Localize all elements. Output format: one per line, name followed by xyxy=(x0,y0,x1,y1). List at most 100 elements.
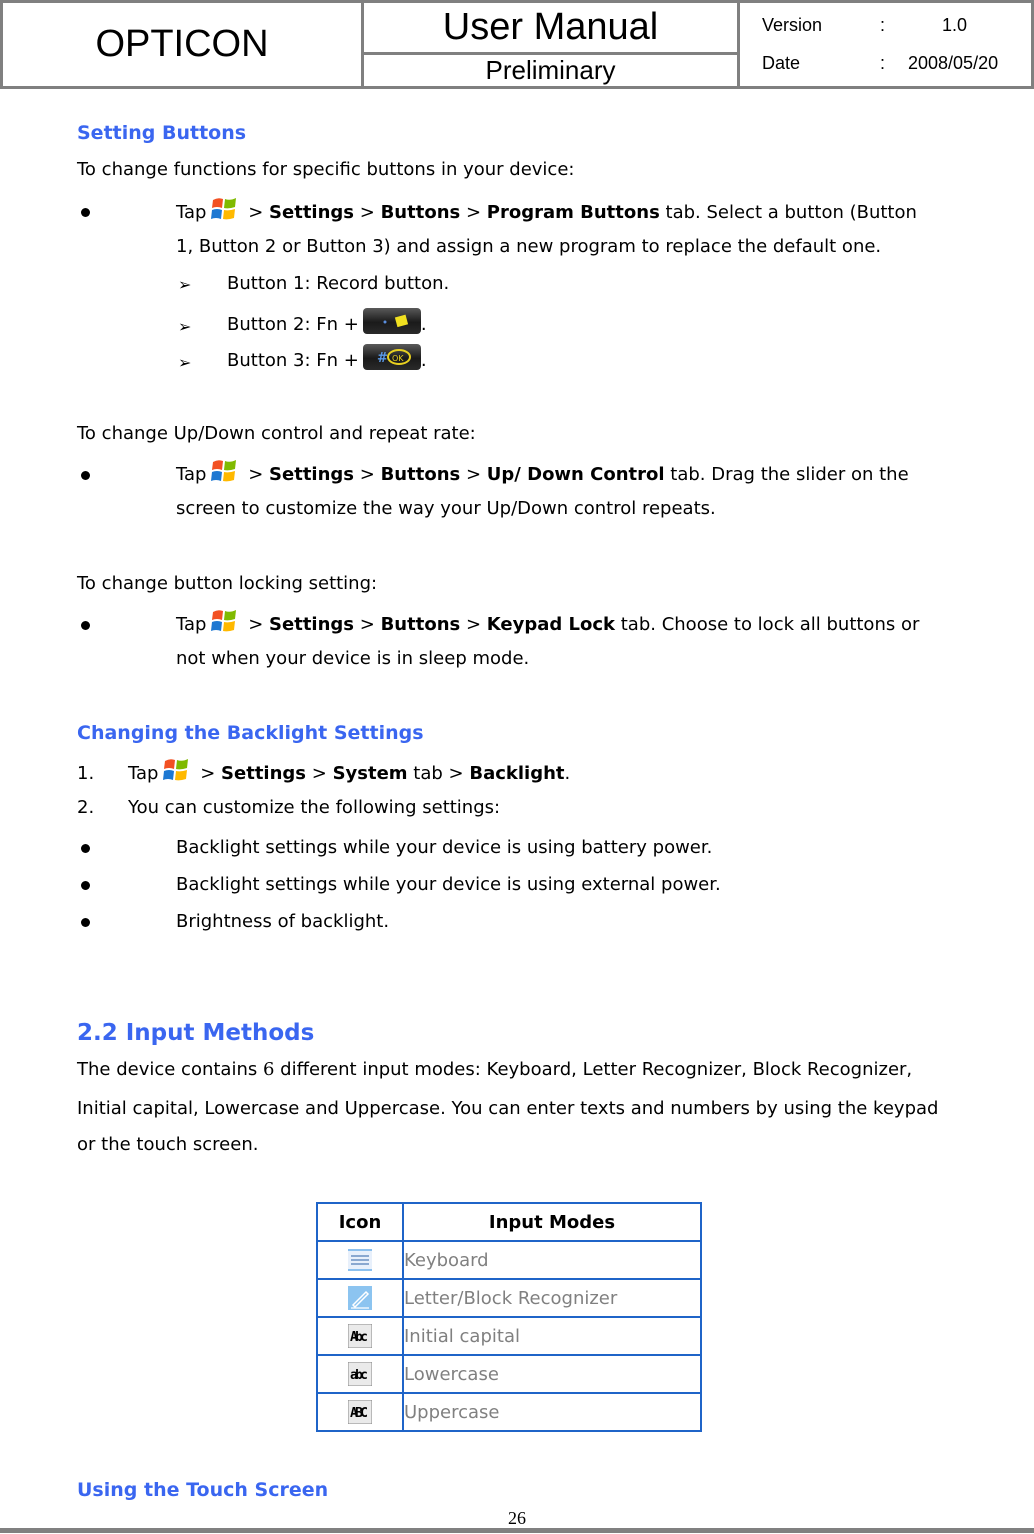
input-mode-name: Initial capital xyxy=(402,1316,702,1356)
windows-start-icon xyxy=(211,198,237,220)
system-label: System xyxy=(332,763,408,784)
ok-key-icon: # OK xyxy=(362,344,421,370)
lock-intro: To change button locking setting: xyxy=(77,573,378,594)
input-methods-para-3: or the touch screen. xyxy=(77,1134,259,1155)
company-name: OPTICON xyxy=(3,3,364,86)
step-tail: tab. Select a button (Button xyxy=(665,202,917,223)
tap-label: Tap xyxy=(176,202,207,223)
windows-key-icon xyxy=(362,308,421,334)
settings-label: Settings xyxy=(269,464,355,485)
footer-rule xyxy=(0,1528,1034,1533)
separator: > xyxy=(359,464,375,485)
version-value: 1.0 xyxy=(942,15,968,35)
button-3-item: Button 3: Fn + # OK. xyxy=(227,343,427,379)
table-row: ABC Uppercase xyxy=(316,1392,702,1432)
separator: > xyxy=(311,763,327,784)
period: . xyxy=(420,314,427,335)
program-buttons-step-cont: 1, Button 2 or Button 3) and assign a ne… xyxy=(176,236,882,257)
date-row: Date : 2008/05/20 xyxy=(762,45,1031,83)
input-methods-para-1: The device contains 6 different input mo… xyxy=(77,1052,912,1088)
text: different input modes: Keyboard, Letter … xyxy=(274,1059,913,1080)
mode-count: 6 xyxy=(262,1059,275,1080)
column-header-icon: Icon xyxy=(316,1202,404,1242)
updown-control-label: Up/ Down Control xyxy=(486,464,665,485)
arrow-bullet-icon: ➢ xyxy=(178,317,192,336)
separator: > xyxy=(465,614,482,635)
button-3-text: Button 3: Fn + xyxy=(227,350,359,371)
bullet-dot xyxy=(81,918,90,927)
pen-recognizer-icon xyxy=(348,1286,372,1310)
windows-start-icon xyxy=(211,610,237,632)
separator: > xyxy=(359,614,375,635)
period: . xyxy=(564,763,571,784)
backlight-item: Backlight settings while your device is … xyxy=(176,874,721,895)
bullet-dot xyxy=(81,208,90,217)
setting-buttons-heading: Setting Buttons xyxy=(77,122,247,144)
input-methods-para-2: Initial capital, Lowercase and Uppercase… xyxy=(77,1098,939,1119)
buttons-label: Buttons xyxy=(380,614,461,635)
header-meta: Version : 1.0 Date : 2008/05/20 xyxy=(740,3,1031,86)
separator: > xyxy=(248,614,264,635)
separator: > xyxy=(448,763,464,784)
uppercase-icon: ABC xyxy=(348,1400,372,1424)
lowercase-icon: abc xyxy=(348,1362,372,1386)
table-row: Abc Initial capital xyxy=(316,1316,702,1356)
backlight-heading: Changing the Backlight Settings xyxy=(77,722,424,744)
table-header-row: Icon Input Modes xyxy=(316,1202,702,1242)
touch-screen-heading: Using the Touch Screen xyxy=(77,1479,329,1501)
svg-text:abc: abc xyxy=(350,1368,368,1383)
tap-label: Tap xyxy=(176,464,207,485)
table-row: Letter/Block Recognizer xyxy=(316,1278,702,1318)
date-value: 2008/05/20 xyxy=(908,53,999,73)
input-mode-name: Uppercase xyxy=(402,1392,702,1432)
input-methods-heading: 2.2 Input Methods xyxy=(77,1020,315,1046)
program-buttons-step: Tap > Settings > Buttons > Program Butto… xyxy=(176,195,917,231)
keypad-lock-label: Keypad Lock xyxy=(486,614,616,635)
bullet-dot xyxy=(81,844,90,853)
backlight-label: Backlight xyxy=(469,763,565,784)
svg-text:OK: OK xyxy=(392,354,404,363)
input-mode-name: Letter/Block Recognizer xyxy=(402,1278,702,1318)
program-buttons-label: Program Buttons xyxy=(486,202,660,223)
arrow-bullet-icon: ➢ xyxy=(178,275,192,294)
separator: > xyxy=(359,202,375,223)
column-header-input-modes: Input Modes xyxy=(402,1202,702,1242)
separator: > xyxy=(200,763,216,784)
backlight-step-2-num: 2. xyxy=(77,797,95,818)
bullet-dot xyxy=(81,881,90,890)
lock-step: Tap > Settings > Buttons > Keypad Lock t… xyxy=(176,607,919,643)
svg-text:ABC: ABC xyxy=(350,1406,368,1421)
tap-label: Tap xyxy=(176,614,207,635)
svg-text:#: # xyxy=(377,351,388,366)
updown-intro: To change Up/Down control and repeat rat… xyxy=(77,423,476,444)
date-label: Date xyxy=(762,53,801,73)
version-label: Version xyxy=(762,15,823,35)
settings-label: Settings xyxy=(221,763,307,784)
separator: > xyxy=(465,202,482,223)
backlight-step-1-num: 1. xyxy=(77,763,95,784)
version-row: Version : 1.0 xyxy=(762,7,1031,45)
text: The device contains xyxy=(77,1059,263,1080)
buttons-label: Buttons xyxy=(380,202,461,223)
settings-label: Settings xyxy=(269,614,355,635)
step-tail: tab. Choose to lock all buttons or xyxy=(620,614,920,635)
period: . xyxy=(420,350,427,371)
document-header: OPTICON User Manual Preliminary Version … xyxy=(0,0,1034,89)
input-mode-name: Lowercase xyxy=(402,1354,702,1394)
initial-capital-icon: Abc xyxy=(348,1324,372,1348)
page-number: 26 xyxy=(508,1508,526,1528)
tab-word: tab xyxy=(413,763,443,784)
date-sep: : xyxy=(880,53,886,73)
bullet-dot xyxy=(81,621,90,630)
button-2-item: Button 2: Fn +. xyxy=(227,307,427,343)
bullet-dot xyxy=(81,471,90,480)
button-1-item: Button 1: Record button. xyxy=(227,273,450,294)
input-mode-name: Keyboard xyxy=(402,1240,702,1280)
updown-step: Tap > Settings > Buttons > Up/ Down Cont… xyxy=(176,457,909,493)
backlight-item: Brightness of backlight. xyxy=(176,911,390,932)
arrow-bullet-icon: ➢ xyxy=(178,353,192,372)
buttons-label: Buttons xyxy=(380,464,461,485)
table-row: Keyboard xyxy=(316,1240,702,1280)
updown-step-cont: screen to customize the way your Up/Down… xyxy=(176,498,716,519)
step-tail: tab. Drag the slider on the xyxy=(670,464,909,485)
